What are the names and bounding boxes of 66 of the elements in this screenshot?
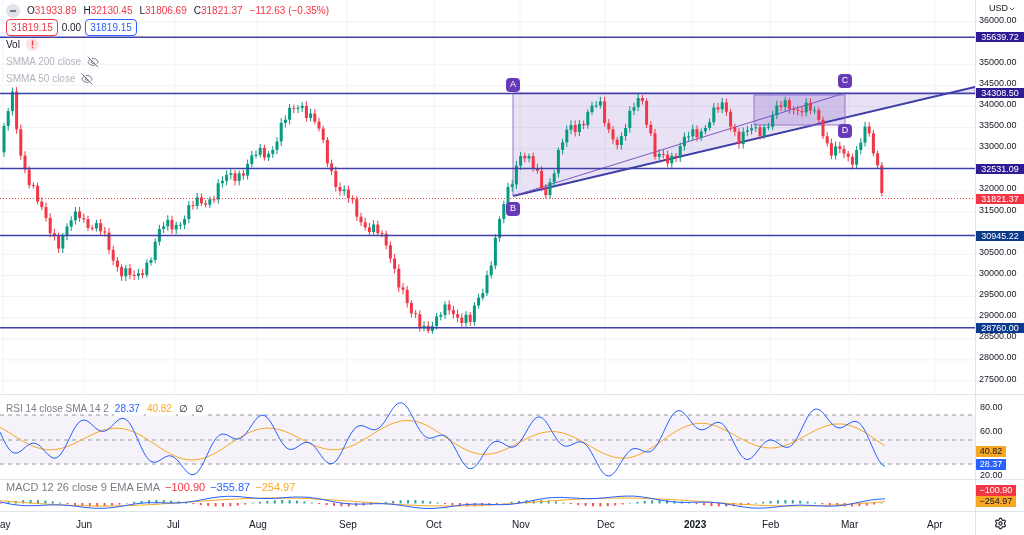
price-tick: 27500.00 bbox=[979, 374, 1017, 384]
price-tick: 28000.00 bbox=[979, 353, 1017, 363]
price-badge: 28760.00 bbox=[976, 322, 1024, 333]
indicator-title[interactable]: MACD 12 26 close 9 EMA EMA bbox=[6, 481, 161, 493]
time-label: Oct bbox=[426, 518, 442, 532]
price-badge: 35639.72 bbox=[976, 32, 1024, 43]
collapse-button[interactable] bbox=[6, 3, 20, 18]
spread-value: 0.00 bbox=[61, 21, 82, 35]
rsi-badge: 40.82 bbox=[976, 446, 1006, 457]
price-change: −112.63 (−0.35%) bbox=[249, 4, 329, 18]
price-tick: 34500.00 bbox=[979, 78, 1017, 88]
ohlc-value: L31806.69 bbox=[139, 4, 187, 18]
price-tick: 33000.00 bbox=[979, 142, 1017, 152]
indicator-value: −254.97 bbox=[255, 481, 296, 493]
indicator-value: −355.87 bbox=[210, 481, 251, 493]
time-label: Aug bbox=[249, 518, 267, 532]
time-label: Nov bbox=[512, 518, 530, 532]
indicator-title[interactable]: RSI 14 close SMA 14 2 bbox=[6, 401, 109, 416]
price-tick: 34000.00 bbox=[979, 99, 1017, 109]
ohlc-value: C31821.37 bbox=[193, 4, 243, 18]
macd-badge: −254.97 bbox=[976, 495, 1016, 507]
time-label: Sep bbox=[339, 518, 357, 532]
point-label: B bbox=[506, 202, 520, 216]
price-tick: 28500.00 bbox=[979, 332, 1017, 342]
indicator-label[interactable]: Vol bbox=[6, 37, 20, 52]
warning-icon bbox=[25, 38, 39, 51]
indicator-value: 40.82 bbox=[145, 401, 173, 416]
point-label: C bbox=[838, 74, 852, 88]
time-label: Apr bbox=[927, 518, 943, 532]
indicator-value: −100.90 bbox=[165, 481, 206, 493]
price-badge: 34308.50 bbox=[976, 88, 1024, 99]
indicator-value: 28.37 bbox=[113, 401, 141, 416]
price-badge: 31821.37 bbox=[976, 193, 1024, 204]
rsi-tick: 20.00 bbox=[980, 471, 1003, 480]
price-tick: 29000.00 bbox=[979, 311, 1017, 321]
price-badge: 32531.09 bbox=[976, 163, 1024, 174]
point-label: D bbox=[838, 124, 852, 138]
hidden-eye-icon[interactable] bbox=[87, 55, 100, 68]
point-label: A bbox=[506, 78, 520, 92]
price-badge: 30945.22 bbox=[976, 230, 1024, 241]
macd-badge: −100.90 bbox=[976, 484, 1016, 496]
time-label: Dec bbox=[597, 518, 615, 532]
time-label: Feb bbox=[762, 518, 780, 532]
time-label: Mar bbox=[841, 518, 859, 532]
hidden-eye-icon[interactable] bbox=[81, 72, 94, 85]
price-tick: 30000.00 bbox=[979, 268, 1017, 278]
time-label: 2023 bbox=[684, 518, 707, 532]
sell-price[interactable]: 31819.15 bbox=[6, 19, 58, 36]
settings-icon[interactable] bbox=[993, 517, 1007, 530]
time-label: Jul bbox=[167, 518, 180, 532]
buy-price[interactable]: 31819.15 bbox=[85, 19, 137, 36]
rsi-tick: 80.00 bbox=[980, 403, 1003, 412]
rsi-tick: 60.00 bbox=[980, 427, 1003, 436]
ohlc-value: H32130.45 bbox=[83, 4, 133, 18]
price-tick: 35000.00 bbox=[979, 57, 1017, 67]
time-label: Jun bbox=[76, 518, 93, 532]
price-tick: 29500.00 bbox=[979, 290, 1017, 300]
price-tick: 30500.00 bbox=[979, 247, 1017, 257]
time-label: ay bbox=[0, 518, 11, 532]
price-tick: 36000.00 bbox=[979, 15, 1017, 25]
price-tick: 31500.00 bbox=[979, 205, 1017, 215]
currency-selector[interactable]: USD bbox=[989, 2, 1016, 16]
ohlc-value: O31933.89 bbox=[27, 4, 77, 18]
rsi-badge: 28.37 bbox=[976, 459, 1006, 470]
price-tick: 32000.00 bbox=[979, 184, 1017, 194]
price-tick: 33500.00 bbox=[979, 121, 1017, 131]
